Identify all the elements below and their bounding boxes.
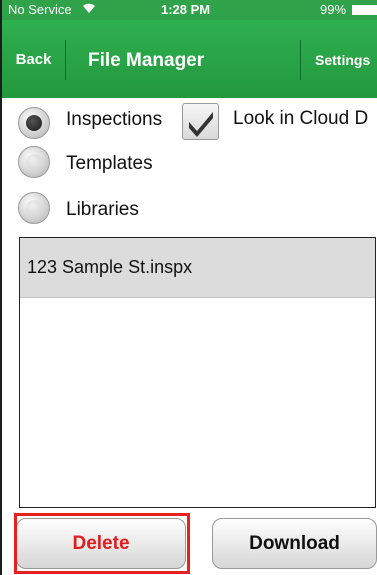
- main-content: Inspections Look in Cloud D Templates Li…: [2, 98, 377, 575]
- settings-button[interactable]: Settings: [300, 40, 377, 80]
- checkmark-icon: [189, 112, 213, 137]
- radio-selected-dot: [26, 115, 42, 131]
- page-title: File Manager: [88, 50, 205, 71]
- battery-percent: 99%: [320, 2, 347, 17]
- wifi-icon: [82, 2, 96, 17]
- templates-label: Templates: [66, 153, 153, 174]
- clock: 1:28 PM: [161, 2, 211, 17]
- file-row[interactable]: 123 Sample St.inspx: [20, 238, 375, 298]
- radio-inspections[interactable]: [18, 107, 50, 139]
- download-button[interactable]: Download: [212, 518, 377, 569]
- inspections-label: Inspections: [66, 109, 163, 130]
- carrier-text: No Service: [8, 2, 72, 17]
- back-button[interactable]: Back: [2, 40, 66, 80]
- status-bar: No Service 1:28 PM 99%: [2, 0, 377, 20]
- delete-button[interactable]: Delete: [16, 518, 186, 569]
- nav-bar: Back File Manager Settings: [2, 20, 377, 98]
- libraries-label: Libraries: [66, 199, 139, 220]
- look-in-cloud-checkbox[interactable]: [182, 103, 219, 140]
- radio-libraries[interactable]: [18, 192, 50, 224]
- radio-templates[interactable]: [18, 146, 50, 178]
- file-list[interactable]: 123 Sample St.inspx: [19, 237, 376, 508]
- look-in-cloud-label: Look in Cloud D: [233, 108, 369, 129]
- battery-icon: [352, 5, 377, 15]
